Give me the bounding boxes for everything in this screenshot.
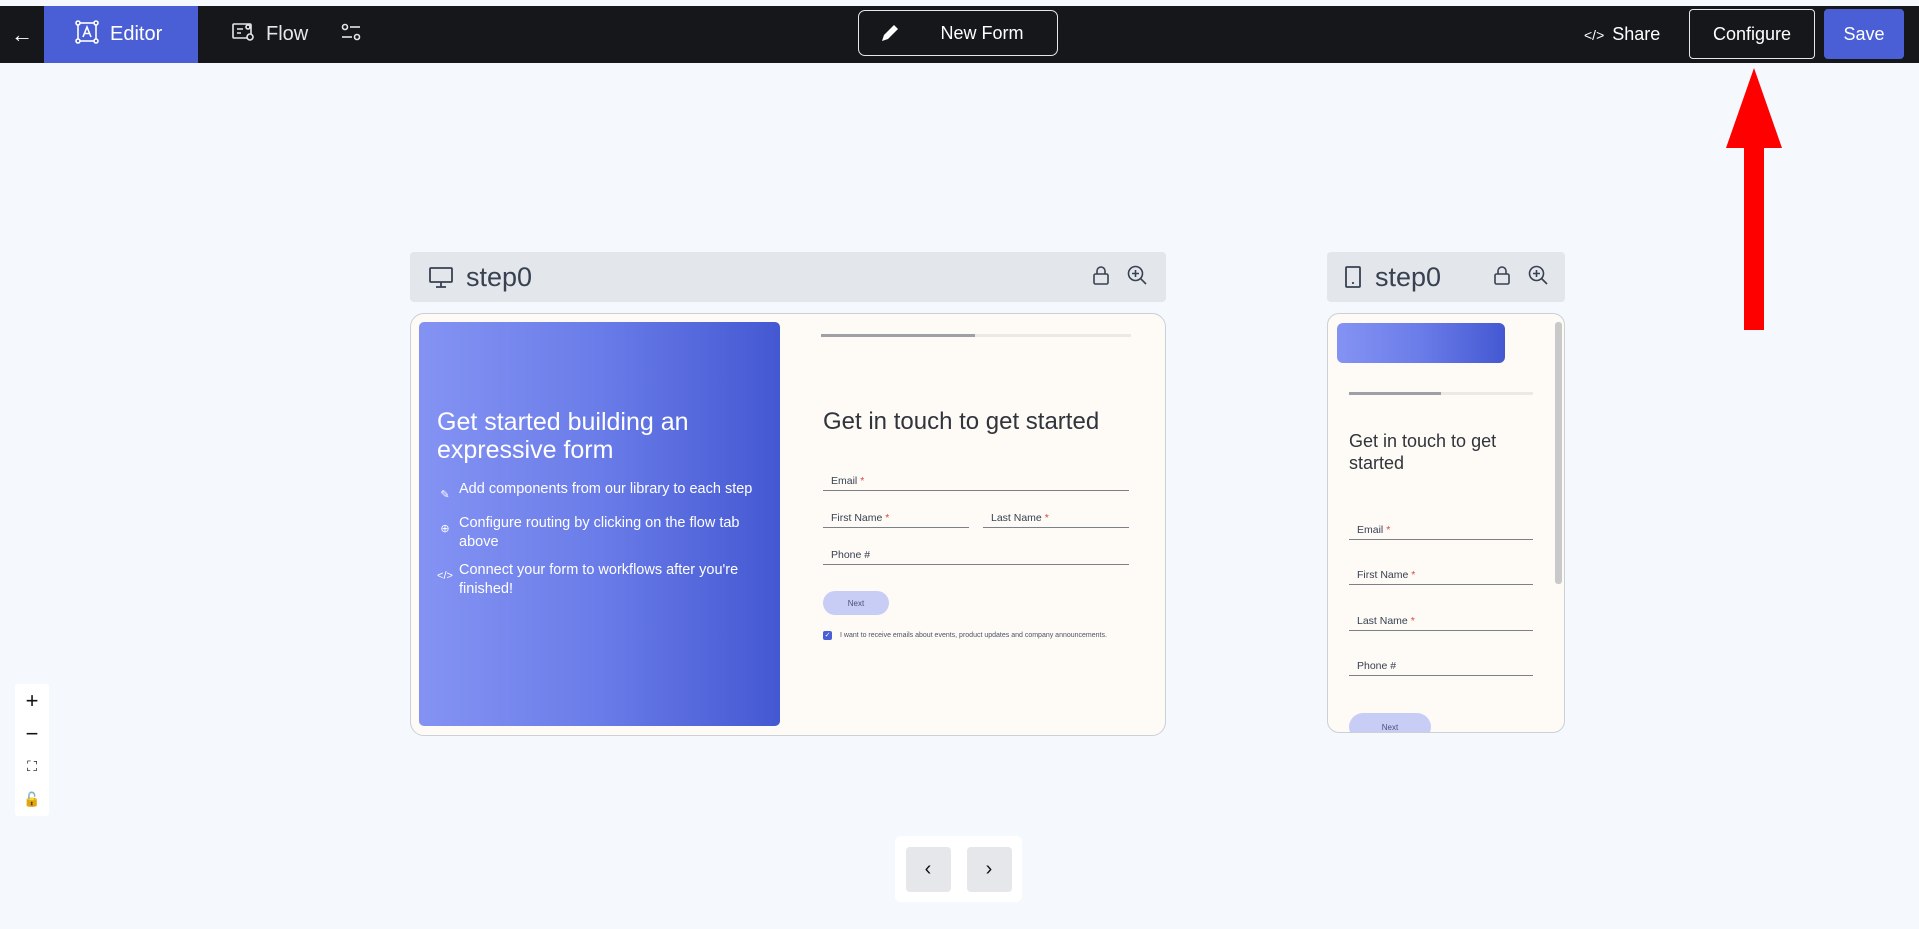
mobile-form-preview[interactable]: Get in touch to get started Email * Firs… — [1327, 313, 1565, 733]
back-button[interactable]: ← — [0, 6, 44, 63]
form-heading: Get in touch to get started — [1349, 431, 1497, 473]
pencil-icon: ✎ — [440, 489, 450, 501]
mobile-step-name: step0 — [1375, 261, 1442, 292]
hero-item: ⊕ Configure routing by clicking on the f… — [437, 514, 762, 552]
settings-button[interactable] — [326, 6, 376, 63]
hero-item-text: Connect your form to workflows after you… — [459, 562, 739, 597]
required-mark: * — [885, 512, 890, 524]
phone-label: Phone # — [831, 549, 871, 561]
mobile-step-header: step0 — [1327, 252, 1565, 302]
required-mark: * — [1386, 524, 1391, 536]
last-name-field[interactable]: Last Name * — [983, 512, 1129, 528]
hero-item-text: Add components from our library to each … — [459, 481, 753, 497]
share-button[interactable]: </> Share — [1584, 6, 1660, 63]
configure-button[interactable]: Configure — [1689, 9, 1815, 59]
progress-fill — [1349, 392, 1441, 395]
form-name-field[interactable]: New Form — [858, 10, 1058, 56]
first-name-field[interactable]: First Name * — [823, 512, 969, 528]
consent-row: ✓ I want to receive emails about events,… — [823, 630, 1123, 641]
lock-icon[interactable] — [1491, 262, 1513, 293]
mobile-hero-panel — [1337, 323, 1505, 363]
flow-icon — [230, 19, 256, 51]
first-name-field[interactable]: First Name * — [1349, 569, 1533, 585]
fit-view-button[interactable]: ⛶ — [15, 750, 49, 783]
step-pager: ‹ › — [895, 836, 1022, 902]
first-name-label: First Name — [1357, 569, 1409, 581]
hero-panel: Get started building an expressive form … — [419, 322, 780, 726]
top-toolbar: ← Editor Flow New Form </> Share Configu… — [0, 6, 1919, 63]
next-button[interactable]: Next — [823, 591, 889, 615]
phone-label: Phone # — [1357, 660, 1397, 672]
last-name-label: Last Name — [991, 512, 1042, 524]
progress-bar — [1349, 392, 1533, 395]
hero-item: ✎ Add components from our library to eac… — [437, 480, 762, 505]
desktop-step-header: step0 — [410, 252, 1166, 302]
code-icon: </> — [437, 570, 453, 582]
hero-item-text: Configure routing by clicking on the flo… — [459, 515, 740, 550]
form-name: New Form — [940, 22, 1024, 43]
hero-item: </> Connect your form to workflows after… — [437, 561, 762, 599]
consent-checkbox[interactable]: ✓ — [823, 631, 832, 640]
save-button[interactable]: Save — [1824, 9, 1904, 59]
code-icon: </> — [1584, 26, 1605, 43]
globe-icon: ⊕ — [440, 523, 450, 535]
sliders-icon — [338, 19, 364, 50]
required-mark: * — [860, 475, 865, 487]
next-step-button[interactable]: › — [966, 846, 1012, 892]
mobile-icon — [1343, 264, 1363, 290]
desktop-form-preview[interactable]: Get started building an expressive form … — [410, 313, 1166, 736]
last-name-field[interactable]: Last Name * — [1349, 615, 1533, 631]
email-label: Email — [831, 475, 858, 487]
scrollbar[interactable] — [1555, 322, 1562, 584]
previous-step-button[interactable]: ‹ — [905, 846, 951, 892]
required-mark: * — [1410, 615, 1415, 627]
desktop-icon — [428, 264, 454, 290]
tab-flow-label: Flow — [266, 23, 309, 45]
lock-canvas-button[interactable]: 🔓 — [15, 783, 49, 816]
progress-bar — [821, 334, 1131, 337]
hero-title: Get started building an expressive form — [437, 408, 689, 464]
required-mark: * — [1411, 569, 1416, 581]
email-field[interactable]: Email * — [1349, 524, 1533, 540]
zoom-in-icon[interactable] — [1126, 262, 1148, 293]
progress-fill — [821, 334, 975, 337]
desktop-form: Get in touch to get started Email * Firs… — [821, 314, 1131, 734]
share-label: Share — [1612, 24, 1661, 44]
tab-editor-label: Editor — [110, 23, 163, 45]
consent-text: I want to receive emails about events, p… — [840, 632, 1107, 639]
text-box-icon — [74, 19, 100, 51]
first-name-label: First Name — [831, 512, 883, 524]
next-button[interactable]: Next — [1349, 713, 1431, 732]
zoom-in-icon[interactable] — [1527, 262, 1549, 293]
phone-field[interactable]: Phone # — [823, 549, 1129, 565]
required-mark: * — [1044, 512, 1049, 524]
red-arrow-annotation — [1726, 68, 1782, 330]
email-label: Email — [1357, 524, 1384, 536]
canvas-controls: + − ⛶ 🔓 — [15, 684, 49, 816]
tab-flow[interactable]: Flow — [198, 6, 326, 63]
last-name-label: Last Name — [1357, 615, 1408, 627]
form-heading: Get in touch to get started — [823, 408, 1100, 435]
lock-icon[interactable] — [1090, 262, 1112, 293]
zoom-out-button[interactable]: − — [15, 717, 49, 750]
pencil-icon — [859, 22, 921, 44]
phone-field[interactable]: Phone # — [1349, 660, 1533, 676]
email-field[interactable]: Email * — [823, 475, 1129, 491]
zoom-in-button[interactable]: + — [15, 684, 49, 717]
desktop-step-name: step0 — [466, 261, 533, 292]
tab-editor[interactable]: Editor — [44, 6, 198, 63]
